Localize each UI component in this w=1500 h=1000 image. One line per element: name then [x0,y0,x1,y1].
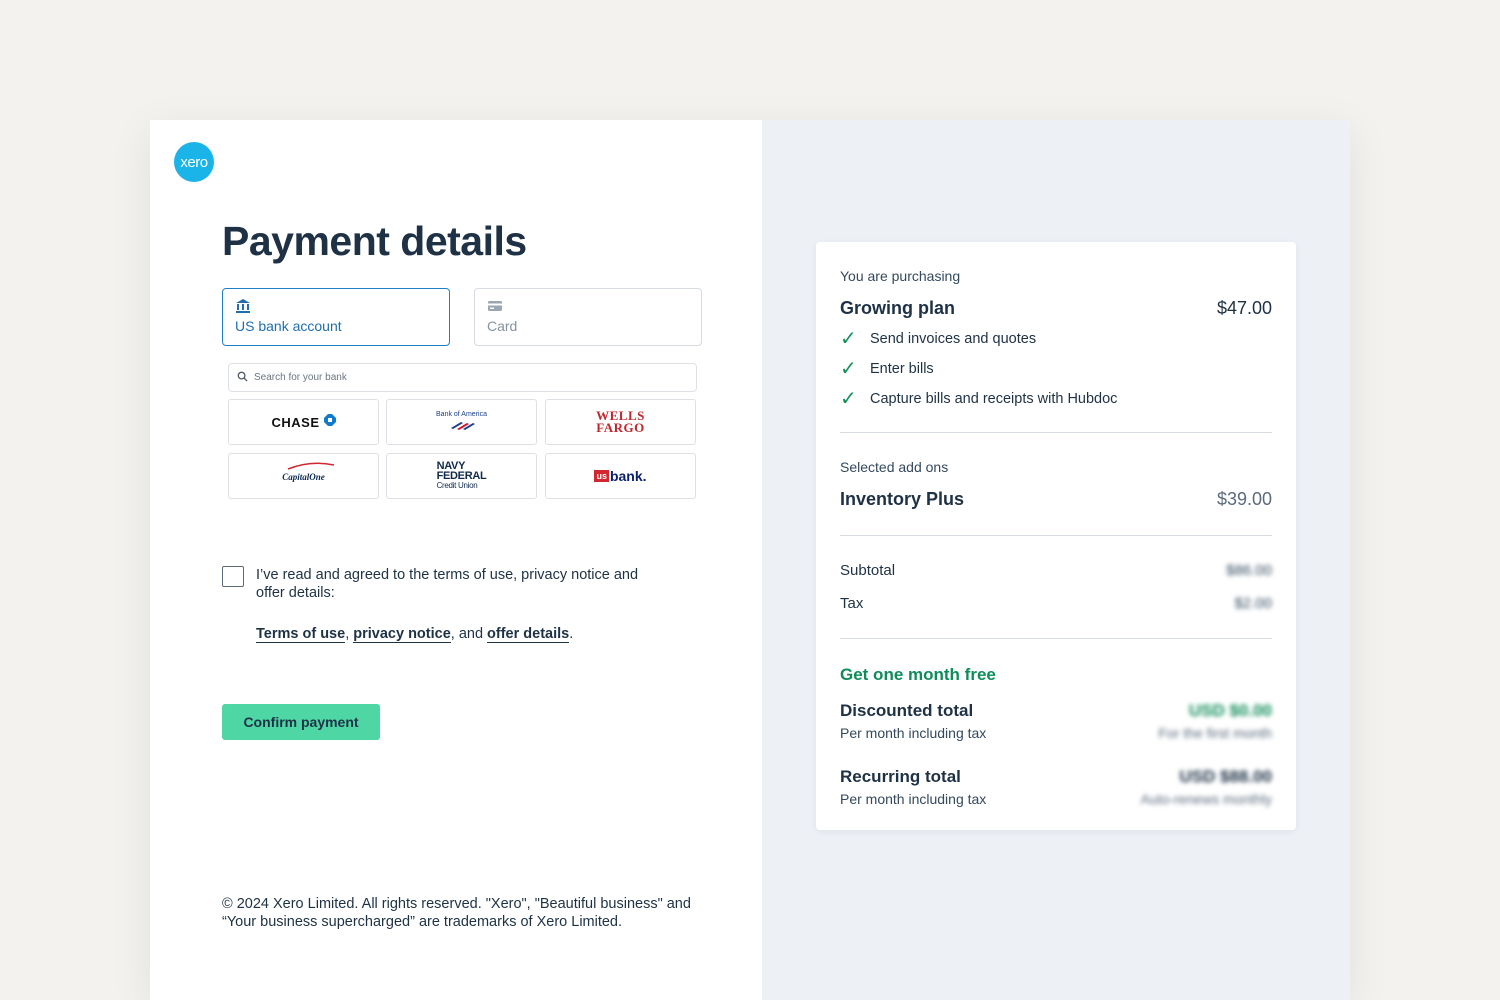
bank-option-us-bank[interactable]: us bank. [545,453,696,499]
plan-price: $47.00 [1216,298,1272,318]
addon-price: $39.00 [1216,489,1272,509]
search-icon [237,369,248,387]
capital-one-text: CapitalOne [282,472,325,482]
order-summary-card: You are purchasing Growing plan $47.00 ✓… [816,242,1296,830]
chase-logo: CHASE [271,414,320,430]
us-bank-logo: us bank. [594,468,647,484]
checkmark-icon: ✓ [840,358,857,380]
subtotal-label: Subtotal [840,562,896,579]
wells-line2: FARGO [596,420,645,435]
recurring-total-label: Recurring total [840,767,961,786]
discounted-total-label: Discounted total [840,701,974,720]
logo-text: xero [180,153,208,171]
agree-checkbox[interactable] [222,566,244,587]
tab-label: Card [487,318,518,334]
feature-text: Enter bills [870,361,934,377]
tab-label: US bank account [235,318,342,334]
discounted-total-sub: Per month including tax [840,725,987,741]
offer-details-link[interactable]: offer details [487,626,570,643]
capital-one-swoosh-icon [287,462,335,470]
recurring-total-sub: Per month including tax [840,791,987,807]
boa-flag-icon [450,422,475,430]
payment-panel: xero Payment details US bank account Car… [150,120,762,1000]
navy-line3: Credit Union [436,481,478,490]
feature-item: ✓ Enter bills [840,358,934,380]
checkout-window: xero Payment details US bank account Car… [150,120,1350,1000]
bank-icon [235,298,251,314]
promo-label: Get one month free [840,665,996,684]
recurring-total-value: USD $88.00 [1179,767,1272,786]
wells-fargo-logo: WELLS FARGO [596,409,645,435]
credit-card-icon [487,298,503,314]
subtotal-value: $86.00 [1226,562,1272,579]
bank-option-chase[interactable]: CHASE [228,399,379,445]
chase-octagon-icon [323,413,336,431]
search-input[interactable] [254,372,674,383]
bank-search[interactable] [228,363,697,392]
separator: , and [450,626,488,642]
capital-one-logo: CapitalOne [282,462,335,485]
period: . [569,626,574,642]
divider [840,535,1272,536]
feature-item: ✓ Capture bills and receipts with Hubdoc [840,388,1118,410]
tab-us-bank-account[interactable]: US bank account [222,288,450,346]
agreement-text: I’ve read and agreed to the terms of use… [256,567,639,601]
addons-label: Selected add ons [840,459,949,475]
tax-label: Tax [840,595,864,612]
tab-card[interactable]: Card [474,288,702,346]
footer-copyright: © 2024 Xero Limited. All rights reserved… [222,896,691,930]
bank-option-wells-fargo[interactable]: WELLS FARGO [545,399,696,445]
feature-text: Capture bills and receipts with Hubdoc [870,391,1118,407]
confirm-payment-button[interactable]: Confirm payment [222,704,380,740]
checkmark-icon: ✓ [840,328,857,350]
privacy-notice-link[interactable]: privacy notice [353,626,451,643]
addon-name: Inventory Plus [840,489,965,509]
bank-option-bank-of-america[interactable]: Bank of America [386,399,537,445]
bank-option-navy-federal[interactable]: NAVY FEDERAL Credit Union [386,453,537,499]
summary-panel: You are purchasing Growing plan $47.00 ✓… [762,120,1350,1000]
purchasing-label: You are purchasing [840,268,961,284]
bank-option-capital-one[interactable]: CapitalOne [228,453,379,499]
agreement-links: Terms of use, privacy notice, and offer … [256,626,574,643]
feature-item: ✓ Send invoices and quotes [840,328,1037,350]
discounted-total-value: USD $0.00 [1188,701,1272,720]
plan-name: Growing plan [840,298,955,318]
navy-line2: FEDERAL [436,470,487,482]
recurring-total-note: Auto-renews monthly [1140,791,1272,807]
discounted-total-note: For the first month [1158,725,1272,741]
checkmark-icon: ✓ [840,388,857,410]
divider [840,432,1272,433]
us-badge: us [594,470,609,482]
boa-name: Bank of America [436,411,487,418]
tax-value: $2.00 [1234,595,1272,612]
page-title: Payment details [222,218,527,264]
us-bank-text: bank. [609,468,647,484]
xero-logo: xero [174,142,214,182]
terms-of-use-link[interactable]: Terms of use [256,626,346,643]
feature-text: Send invoices and quotes [870,331,1037,347]
navy-federal-logo: NAVY FEDERAL Credit Union [437,461,487,491]
bank-of-america-logo: Bank of America [436,410,487,434]
divider [840,638,1272,639]
